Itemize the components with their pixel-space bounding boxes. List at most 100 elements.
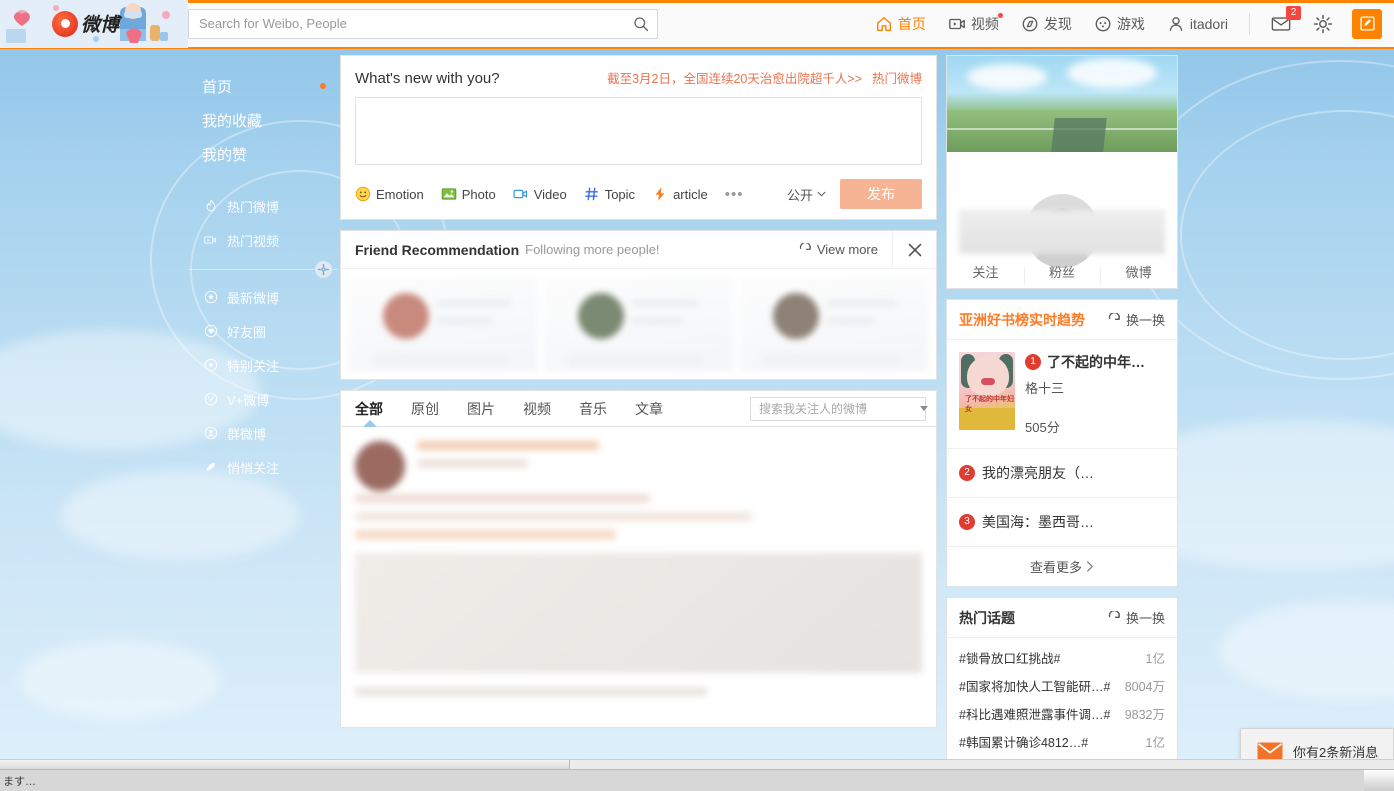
feed-list [340, 427, 937, 728]
messages-button[interactable]: 2 [1266, 5, 1301, 38]
sidebar-item-likes[interactable]: 我的赞 [188, 137, 338, 171]
sidebar-item-latest-weibo[interactable]: 最新微博 [188, 280, 338, 314]
tool-more-button[interactable]: ••• [725, 186, 744, 203]
book-view-more-label: 查看更多 [1029, 560, 1082, 575]
avatar [578, 293, 625, 339]
tool-emotion[interactable]: Emotion [355, 186, 424, 202]
lightning-icon [655, 187, 665, 201]
sidebar-item-quiet-follow[interactable]: 悄悄关注 [188, 450, 338, 484]
book-ranking-title: 亚洲好书榜实时趋势 [959, 311, 1085, 328]
hot-topics-header: 热门话题 换一换 [947, 598, 1177, 638]
sidebar-item-friends-circle[interactable]: 好友圈 [188, 314, 338, 348]
topic-row[interactable]: #韩国累计确诊4812…# 1亿 [947, 727, 1177, 755]
topic-name: #科比遇难照泄露事件调…# [959, 707, 1111, 722]
sidebar-group-list: 最新微博 好友圈 特别关注 V+微博 群微博 悄悄关注 [188, 280, 338, 484]
view-more-button[interactable]: View more [798, 242, 892, 257]
stat-weibo[interactable]: 微博 [1100, 262, 1177, 284]
weibo-logo[interactable]: 微博 [0, 0, 188, 48]
post-body [355, 494, 922, 696]
settings-button[interactable] [1308, 10, 1338, 38]
compose-promo-link[interactable]: 截至3月2日，全国连续20天治愈出院超千人>> [607, 68, 862, 87]
book-refresh-button[interactable]: 换一换 [1107, 310, 1165, 329]
search-input[interactable] [199, 16, 633, 31]
nav-item-game[interactable]: 游戏 [1083, 1, 1156, 47]
tab-video[interactable]: 视频 [523, 399, 551, 419]
text-line [355, 530, 616, 539]
weibo-eye-icon [52, 10, 78, 37]
sidebar-item-home[interactable]: 首页 [188, 69, 338, 103]
horizontal-scrollbar[interactable] [0, 759, 1394, 770]
topic-row[interactable]: #锁骨放口红挑战# 1亿 [947, 643, 1177, 671]
video-new-dot [997, 12, 1003, 18]
sidebar-item-hot-weibo[interactable]: 热门微博 [188, 189, 338, 223]
user-icon [1169, 16, 1183, 31]
name-placeholder [825, 299, 898, 307]
book-rank-row[interactable]: 2 我的漂亮朋友（… [947, 449, 1177, 498]
friend-card[interactable] [349, 277, 538, 371]
nav-item-video[interactable]: 视频 [937, 1, 1010, 47]
topic-row[interactable]: #国家将加快人工智能研…# 8004万 [947, 671, 1177, 699]
tab-article[interactable]: 文章 [635, 399, 663, 419]
video-icon [204, 236, 217, 244]
global-search[interactable] [188, 8, 658, 39]
tool-photo[interactable]: Photo [441, 186, 496, 202]
sidebar-label-latest-weibo: 最新微博 [227, 290, 280, 306]
nav-item-home[interactable]: 首页 [864, 1, 937, 47]
tool-label-emotion: Emotion [376, 186, 424, 202]
book-ranking-card: 亚洲好书榜实时趋势 换一换 了不起的中年妇女 1 了不起的中年… 格十三 505… [946, 299, 1178, 587]
close-recommendation-button[interactable] [892, 230, 936, 269]
resize-grip[interactable] [1364, 770, 1394, 791]
nav-divider [1249, 12, 1250, 35]
topic-name: #锁骨放口红挑战# [959, 651, 1061, 666]
hot-topics-title: 热门话题 [959, 609, 1015, 626]
book-rank-row[interactable]: 3 美国海：墨西哥… [947, 498, 1177, 547]
topic-row[interactable]: #科比遇难照泄露事件调…# 9832万 [947, 699, 1177, 727]
tool-article[interactable]: article [652, 186, 708, 202]
compose-post-button[interactable] [1352, 8, 1382, 39]
sidebar-item-hot-video[interactable]: 热门视频 [188, 223, 338, 257]
profile-cover-photo [947, 56, 1177, 152]
book-title[interactable]: 了不起的中年… [1047, 352, 1145, 372]
book-author: 格十三 [1025, 381, 1065, 396]
tab-all[interactable]: 全部 [355, 399, 383, 419]
close-icon [908, 243, 921, 256]
sidebar-label-friends-circle: 好友圈 [227, 324, 267, 340]
friend-recommendation-subtitle: Following more people! [525, 242, 660, 257]
topics-refresh-button[interactable]: 换一换 [1107, 608, 1165, 627]
compose-textarea[interactable] [355, 97, 922, 165]
feed-post[interactable] [341, 427, 936, 727]
nav-item-user[interactable]: itadori [1156, 1, 1239, 47]
sidebar-item-special-follow[interactable]: 特别关注 [188, 348, 338, 382]
sidebar-item-group-weibo[interactable]: 群微博 [188, 416, 338, 450]
search-icon[interactable] [633, 16, 649, 32]
sidebar-item-favorites[interactable]: 我的收藏 [188, 103, 338, 137]
tool-topic[interactable]: Topic [584, 186, 635, 202]
chevron-down-icon[interactable] [920, 406, 928, 411]
logo-badge: 微博 [52, 10, 119, 37]
stat-fans[interactable]: 粉丝 [1023, 262, 1101, 284]
home-icon [876, 16, 891, 31]
feed-search[interactable] [750, 396, 928, 421]
tab-music[interactable]: 音乐 [579, 399, 607, 419]
tab-image[interactable]: 图片 [467, 399, 495, 419]
stat-following[interactable]: 关注 [947, 262, 1024, 281]
avatar [773, 293, 820, 339]
sidebar-item-vplus-weibo[interactable]: V+微博 [188, 382, 338, 416]
book-view-more-button[interactable]: 查看更多 [947, 547, 1177, 586]
privacy-selector[interactable]: 公开 [787, 185, 826, 204]
compose-promo-tag[interactable]: 热门微博 [872, 68, 922, 87]
sidebar-settings-button[interactable] [315, 261, 332, 278]
meta-placeholder [825, 317, 876, 325]
tool-video[interactable]: Video [513, 186, 567, 202]
tab-original[interactable]: 原创 [411, 399, 439, 419]
profile-card: 关注 粉丝 微博 [946, 55, 1178, 289]
featured-book[interactable]: 了不起的中年妇女 1 了不起的中年… 格十三 505分 [947, 340, 1177, 449]
nav-item-discover[interactable]: 发现 [1010, 1, 1083, 47]
friend-card[interactable] [544, 277, 733, 371]
video-camera-icon [513, 189, 527, 199]
featured-book-title-row: 1 了不起的中年… [1025, 352, 1165, 372]
friend-card[interactable] [739, 277, 928, 371]
publish-button[interactable]: 发布 [840, 179, 922, 209]
feed-search-input[interactable] [759, 401, 914, 416]
active-tab-caret [363, 420, 377, 427]
